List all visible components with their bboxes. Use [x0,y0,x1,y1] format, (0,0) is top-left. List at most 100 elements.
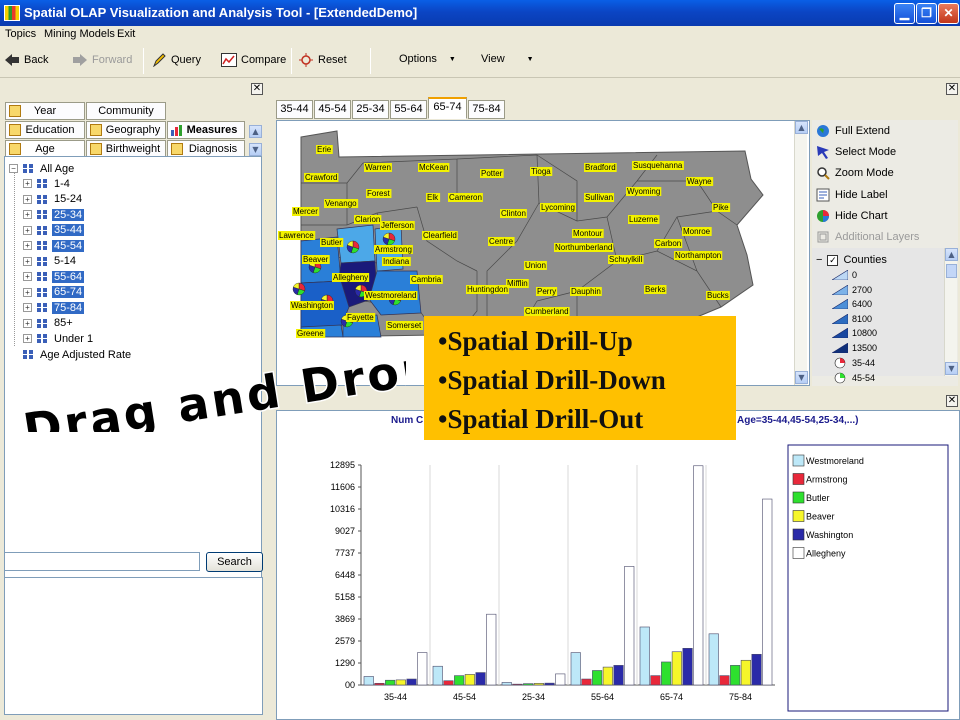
tree-item[interactable]: +45-54 [23,238,85,253]
forward-button[interactable]: Forward [72,53,132,67]
scroll-down-arrow[interactable]: ▼ [249,143,262,156]
map-tab-75-84[interactable]: 75-84 [468,100,505,119]
map-tab-65-74[interactable]: 65-74 [428,97,467,119]
legend-swatch [792,528,805,541]
tree-item[interactable]: +65-74 [23,285,85,300]
tree-item[interactable]: +5-14 [23,254,78,269]
restore-button[interactable]: ❐ [916,3,937,24]
tree-item-label: 15-24 [54,193,83,205]
scroll-down-arrow[interactable]: ▼ [945,362,958,375]
zoom-mode-button[interactable]: Zoom Mode [816,164,894,182]
scroll-thumb[interactable] [946,264,957,278]
scroll-up-arrow[interactable]: ▲ [945,248,958,261]
menu-exit[interactable]: Exit [117,28,135,40]
legend-swatch [792,491,805,504]
y-tick-label: 00 [345,680,355,690]
tree-root[interactable]: − All Age [9,161,76,176]
tree-item[interactable]: +15-24 [23,192,84,207]
tab-label: Geography [105,124,161,136]
tab-year[interactable]: Year [5,102,85,120]
tree-item[interactable]: +1-4 [23,176,72,191]
tree-item-label: 25-34 [52,208,85,221]
map-tab-45-54[interactable]: 45-54 [314,100,351,119]
collapse-icon[interactable]: − [816,254,822,266]
tree-item-label: 65-74 [52,286,85,298]
full-extend-button[interactable]: Full Extend [816,122,890,140]
label-icon [816,188,830,202]
query-button[interactable]: Query [151,53,201,67]
hide-chart-button[interactable]: Hide Chart [816,207,888,225]
expand-icon[interactable]: + [23,303,32,312]
legend-break: 13500 [832,342,877,353]
expand-icon[interactable]: + [23,179,32,188]
minimize-button[interactable]: ▁ [894,3,915,24]
county-label: Pike [713,203,729,212]
expand-icon[interactable]: + [23,210,32,219]
tab-geography[interactable]: Geography [86,121,166,139]
county-label: Jefferson [381,221,414,230]
expand-icon[interactable]: + [23,256,32,266]
close-icon[interactable]: ✕ [946,83,958,95]
tree-item[interactable]: +35-44 [23,223,85,238]
legend-scrollbar[interactable]: ▲ ▼ [944,248,958,376]
search-input[interactable] [4,552,200,571]
layer-counties[interactable]: − ✓ Counties [816,254,887,266]
view-menu[interactable]: View ▼ [481,53,534,65]
map-scrollbar[interactable]: ▲ ▼ [794,121,808,385]
close-icon[interactable]: ✕ [946,395,958,407]
tab-community[interactable]: Community [86,102,166,120]
legend-swatch-icon [832,328,848,338]
legend-label: Armstrong [806,475,848,485]
collapse-icon[interactable]: − [9,164,18,173]
scroll-down-arrow[interactable]: ▼ [795,371,808,384]
hide-label-button[interactable]: Hide Label [816,186,888,204]
grid-icon [37,318,47,328]
reset-icon [299,53,313,67]
expand-icon[interactable]: + [23,241,32,250]
bar-butler [661,661,672,686]
scroll-up-arrow[interactable]: ▲ [795,121,808,134]
expand-icon[interactable]: + [23,272,32,281]
tree-item[interactable]: +85+ [23,316,75,331]
chart-legend [787,444,949,712]
additional-layers-button[interactable]: Additional Layers [816,228,919,246]
reset-button[interactable]: Reset [298,53,347,67]
tab-education[interactable]: Education [5,121,85,139]
search-button[interactable]: Search [206,552,263,572]
compare-button[interactable]: Compare [221,53,286,67]
map-tab-25-34[interactable]: 25-34 [352,100,389,119]
bar-westmoreland [708,633,719,686]
map-tab-55-64[interactable]: 55-64 [390,100,427,119]
grid-icon [37,256,47,266]
select-mode-button[interactable]: Select Mode [816,143,896,161]
menu-topics[interactable]: Topics [5,28,36,40]
y-tick-label: 6448 [335,570,355,580]
expand-icon[interactable]: + [23,194,32,204]
tree-root-label: All Age [40,162,75,175]
layer-checkbox[interactable]: ✓ [827,254,839,266]
tree-item[interactable]: +55-64 [23,269,85,284]
expand-icon[interactable]: + [23,318,32,328]
menu-bar: Topics Mining Models Exit [0,26,960,44]
tree-item[interactable]: +25-34 [23,207,85,222]
county-label: Clearfield [423,231,457,240]
options-menu[interactable]: Options ▼ [399,53,456,65]
tab-measures[interactable]: Measures [167,121,245,139]
legend-break: 6400 [832,299,872,309]
county-label: Centre [489,237,514,246]
tree-item[interactable]: +75-84 [23,300,85,315]
map-tab-35-44[interactable]: 35-44 [276,100,313,119]
legend-break: 10800 [832,328,877,338]
expand-icon[interactable]: + [23,225,32,235]
back-button[interactable]: Back [4,53,48,67]
expand-icon[interactable]: + [23,287,32,297]
scroll-up-arrow[interactable]: ▲ [249,125,262,138]
tool-label: Additional Layers [835,231,920,243]
close-icon[interactable]: ✕ [251,83,263,95]
tree-item-label: 85+ [54,317,73,329]
menu-mining-models[interactable]: Mining Models [44,28,115,40]
bar-washington [751,653,762,686]
close-button[interactable]: ✕ [938,3,959,24]
legend-break-label: 6400 [852,299,873,309]
county-label: Beaver [303,255,329,264]
